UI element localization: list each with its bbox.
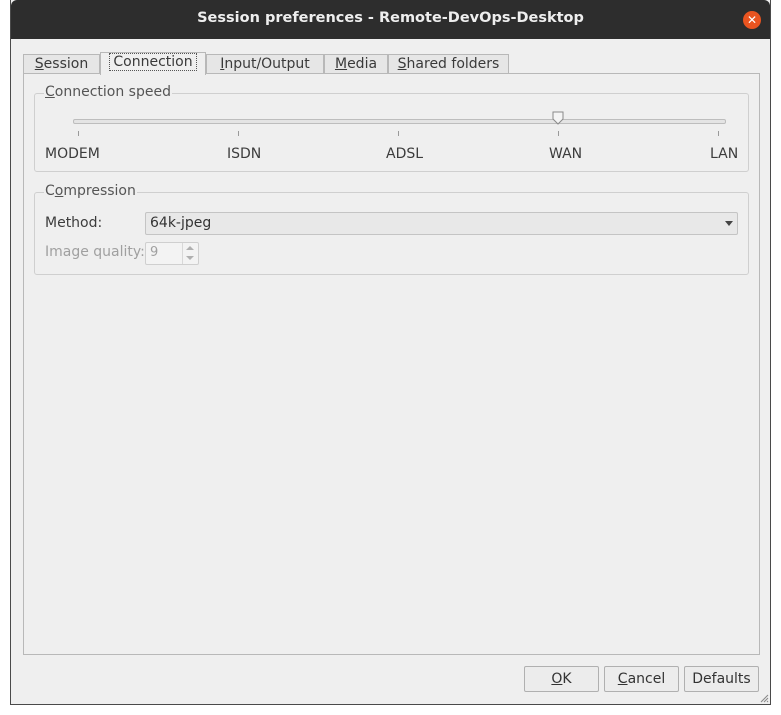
image-quality-label: Image quality: <box>45 244 145 260</box>
compression-group: Compression Method: 64k-jpeg Image quali… <box>34 183 749 275</box>
chevron-down-icon <box>725 221 733 226</box>
tab-connection[interactable]: Connection <box>100 52 206 75</box>
connection-speed-title: Connection speed <box>44 84 172 100</box>
slider-tick <box>398 131 399 136</box>
tab-session-label: ession <box>43 56 89 72</box>
tab-media-label: edia <box>347 56 378 72</box>
tab-media[interactable]: Media <box>324 54 388 74</box>
image-quality-value: 9 <box>150 245 159 260</box>
tab-input-output-label: nput/Output <box>224 56 310 72</box>
method-select[interactable]: 64k-jpeg <box>145 212 738 235</box>
speed-label-wan: WAN <box>549 146 583 162</box>
defaults-button[interactable]: Defaults <box>684 666 759 692</box>
tab-media-mnemonic: M <box>334 56 348 72</box>
connection-speed-group: Connection speed MODEM ISDN ADSL WAN LAN <box>34 84 749 172</box>
tab-session[interactable]: Session <box>23 54 100 74</box>
method-label: Method: <box>45 215 103 231</box>
tab-connection-label: Connection <box>109 53 197 71</box>
speed-label-modem: MODEM <box>45 146 100 162</box>
slider-tick <box>718 131 719 136</box>
tab-shared-folders-label: hared folders <box>406 56 500 72</box>
slider-handle[interactable] <box>552 111 564 125</box>
ok-button[interactable]: OK <box>524 666 599 692</box>
slider-tick <box>558 131 559 136</box>
speed-label-lan: LAN <box>710 146 739 162</box>
tab-shared-folders-mnemonic: S <box>397 56 407 72</box>
speed-label-adsl: ADSL <box>386 146 424 162</box>
preferences-dialog: Session preferences - Remote-DevOps-Desk… <box>10 0 771 705</box>
window-title: Session preferences - Remote-DevOps-Desk… <box>197 10 584 26</box>
connection-speed-slider[interactable] <box>73 119 726 124</box>
tab-input-output[interactable]: Input/Output <box>206 54 324 74</box>
cancel-button[interactable]: Cancel <box>604 666 679 692</box>
spin-up-icon[interactable] <box>186 246 194 250</box>
speed-label-isdn: ISDN <box>227 146 262 162</box>
tab-shared-folders[interactable]: Shared folders <box>388 54 509 74</box>
spin-down-icon[interactable] <box>186 256 194 260</box>
slider-tick <box>238 131 239 136</box>
close-icon[interactable]: ✕ <box>743 11 761 29</box>
image-quality-spinbox[interactable]: 9 <box>145 242 199 265</box>
compression-title: Compression <box>44 183 137 199</box>
title-bar[interactable]: Session preferences - Remote-DevOps-Desk… <box>11 0 770 39</box>
slider-tick <box>78 131 79 136</box>
connection-panel: Connection speed MODEM ISDN ADSL WAN LAN… <box>23 73 760 655</box>
spin-buttons[interactable] <box>182 243 198 264</box>
tab-session-mnemonic: S <box>34 56 44 72</box>
resize-grip-icon[interactable] <box>759 693 769 703</box>
method-value: 64k-jpeg <box>150 215 212 231</box>
